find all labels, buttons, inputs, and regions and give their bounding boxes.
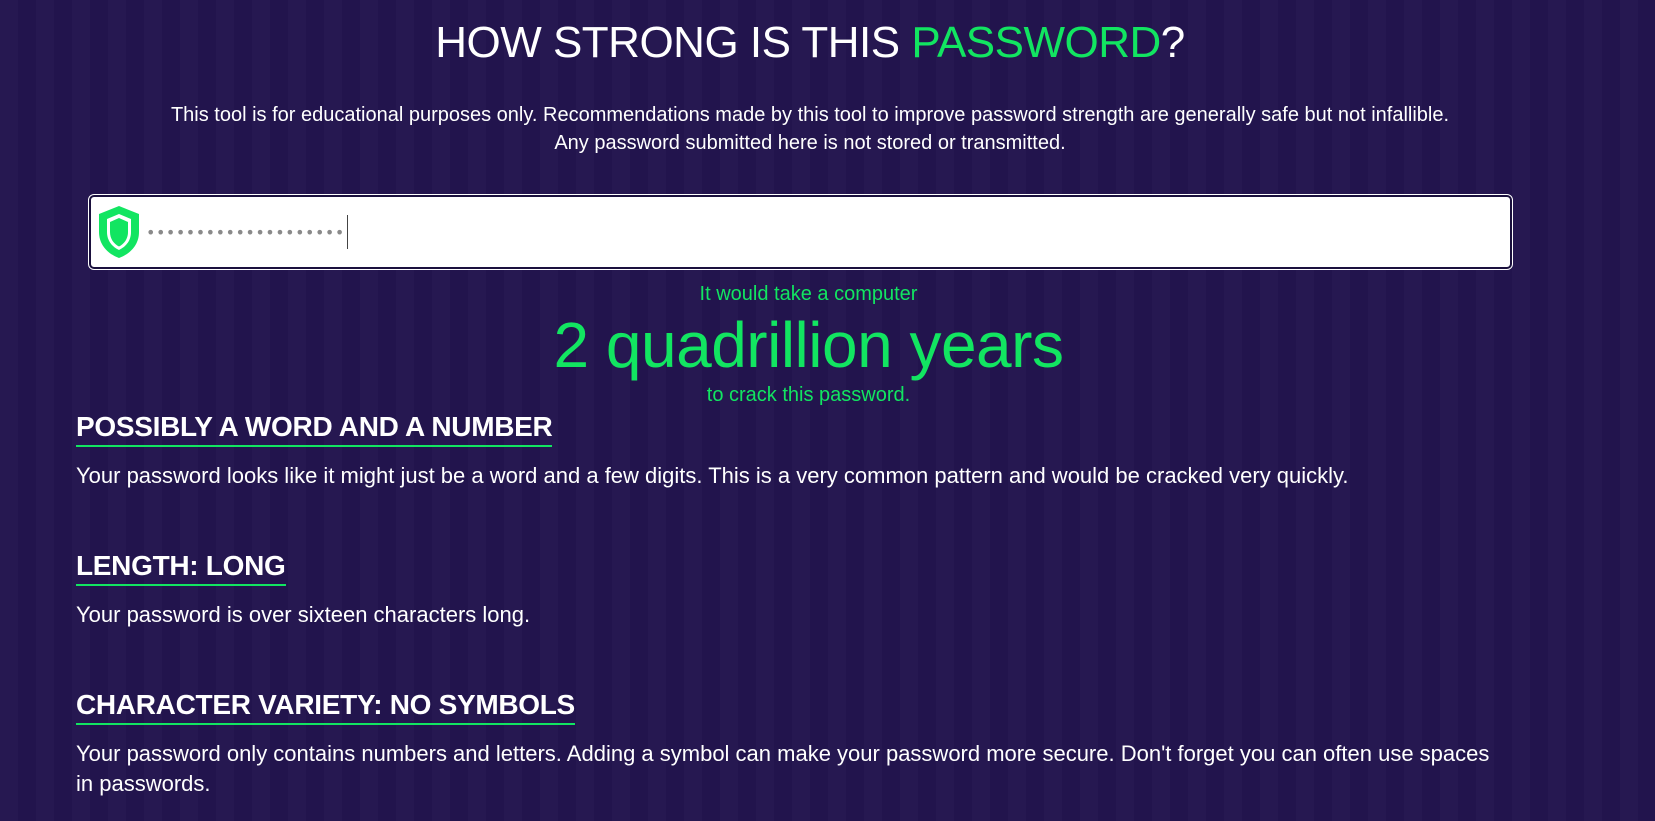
title-prefix: HOW STRONG IS THIS bbox=[435, 18, 912, 67]
crack-time-value: 2 quadrillion years bbox=[553, 309, 1064, 381]
page-title: HOW STRONG IS THIS PASSWORD? bbox=[0, 18, 1620, 68]
crack-time-suffix: to crack this password. bbox=[706, 384, 911, 406]
shield-icon bbox=[99, 206, 139, 258]
feedback-section-length: LENGTH: LONG Your password is over sixte… bbox=[76, 550, 1496, 630]
password-input-box[interactable]: •••••••••••••••••••• bbox=[88, 194, 1513, 270]
section-body: Your password is over sixteen characters… bbox=[76, 602, 531, 627]
feedback-section-pattern: POSSIBLY A WORD AND A NUMBER Your passwo… bbox=[76, 411, 1496, 491]
section-heading: CHARACTER VARIETY: NO SYMBOLS bbox=[76, 689, 575, 725]
feedback-section-variety: CHARACTER VARIETY: NO SYMBOLS Your passw… bbox=[76, 689, 1496, 799]
disclaimer: This tool is for educational purposes on… bbox=[0, 101, 1620, 157]
disclaimer-line-1: This tool is for educational purposes on… bbox=[170, 104, 1450, 126]
section-body: Your password looks like it might just b… bbox=[76, 463, 1349, 488]
text-caret bbox=[346, 215, 348, 249]
disclaimer-line-2: Any password submitted here is not store… bbox=[554, 132, 1066, 154]
section-heading: POSSIBLY A WORD AND A NUMBER bbox=[76, 411, 553, 447]
section-heading: LENGTH: LONG bbox=[76, 550, 286, 586]
title-suffix: ? bbox=[1160, 18, 1185, 67]
password-masked-value: •••••••••••••••••••• bbox=[146, 222, 345, 242]
section-body: Your password only contains numbers and … bbox=[76, 741, 1490, 796]
crack-time-prefix: It would take a computer bbox=[699, 283, 918, 305]
title-accent: PASSWORD bbox=[911, 18, 1161, 67]
password-input[interactable]: •••••••••••••••••••• bbox=[142, 202, 1510, 262]
